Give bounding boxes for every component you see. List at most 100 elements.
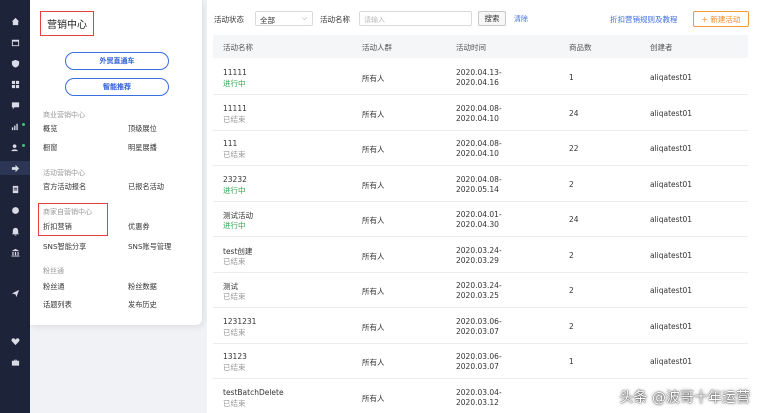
- smart-recommend-button[interactable]: 智能推荐: [65, 78, 169, 96]
- section-header: 商业营销中心: [43, 111, 85, 119]
- activity-start: 2020.03.24-: [456, 245, 502, 255]
- activity-status: 已结束: [223, 292, 246, 301]
- status-filter-label: 活动状态: [214, 15, 244, 24]
- activity-crowd: 所有人: [362, 74, 385, 83]
- section-header: 粉丝通: [43, 267, 64, 275]
- chevron-down-icon: ⌵: [301, 14, 307, 22]
- column-header: 活动人群: [362, 43, 392, 52]
- status-select[interactable]: 全部 ⌵: [255, 11, 313, 26]
- table-row[interactable]: 11111 已结束 所有人 2020.04.08- 2020.04.10 24 aliqat…: [213, 95, 748, 131]
- activity-crowd: 所有人: [362, 322, 385, 332]
- activity-start: 2020.03.24-: [456, 281, 502, 290]
- creator: aliqatest01: [650, 144, 693, 153]
- table-row[interactable]: 测试 已结束 所有人 2020.03.24- 2020.03.25 2 aliqatest0…: [213, 272, 748, 308]
- nav-link-fans-data[interactable]: 粉丝数据: [128, 282, 157, 292]
- table-row[interactable]: test创建 已结束 所有人 2020.03.24- 2020.03.29 2 aliqat…: [213, 237, 748, 273]
- table-row[interactable]: 测试活动 进行中 所有人 2020.04.01- 2020.04.30 24 aliqate…: [213, 201, 748, 237]
- activity-end: 2020.03.07: [456, 362, 499, 371]
- table-row[interactable]: 11111 进行中 所有人 2020.04.13- 2020.04.16 1 aliqate…: [213, 59, 748, 95]
- marketing-center-panel: 营销中心 外贸直通车 智能推荐 商业营销中心 概览 顶级展位 橱窗 明星展播 活…: [30, 0, 202, 325]
- nav-link-discount[interactable]: 折扣营销: [43, 222, 72, 232]
- activity-crowd: 所有人: [362, 109, 385, 119]
- nav-link-sns-share[interactable]: SNS智能分享: [43, 242, 86, 252]
- activity-end: 2020.05.14: [456, 184, 499, 194]
- nav-link-top-booth[interactable]: 顶级展位: [128, 124, 157, 134]
- trade-express-button[interactable]: 外贸直通车: [65, 52, 169, 70]
- activity-start: 2020.03.06-: [456, 352, 502, 361]
- icon-rail: [0, 0, 30, 413]
- activity-start: 2020.03.06-: [456, 316, 502, 326]
- activity-end: 2020.04.10: [456, 149, 499, 158]
- activity-crowd: 所有人: [362, 393, 385, 403]
- nav-link-history[interactable]: 发布历史: [128, 300, 157, 310]
- activity-crowd: 所有人: [362, 358, 385, 367]
- new-activity-button[interactable]: + 新建活动: [693, 11, 749, 27]
- nav-link-coupon[interactable]: 优惠券: [128, 222, 150, 232]
- table-row[interactable]: 23232 进行中 所有人 2020.04.08- 2020.05.14 2 aliqate…: [213, 166, 748, 202]
- home-icon[interactable]: [0, 14, 30, 28]
- activity-name[interactable]: 11111: [223, 104, 247, 113]
- activity-name[interactable]: 23232: [223, 175, 247, 184]
- share-icon[interactable]: [0, 161, 30, 175]
- document-icon[interactable]: [0, 182, 30, 196]
- table-row[interactable]: 13123 已结束 所有人 2020.03.06- 2020.03.07 1 aliqate…: [213, 343, 748, 379]
- briefcase-icon[interactable]: [0, 355, 30, 369]
- chart-icon[interactable]: [0, 119, 30, 133]
- circle-icon[interactable]: [0, 203, 30, 217]
- creator: aliqatest01: [650, 357, 693, 366]
- activity-name[interactable]: testBatchDelete: [223, 388, 284, 397]
- column-header: 活动时间: [456, 43, 486, 52]
- table-row[interactable]: 1231231 已结束 所有人 2020.03.06- 2020.03.07 2 aliqa…: [213, 308, 748, 344]
- activity-end: 2020.03.29: [456, 255, 499, 265]
- product-count: 2: [569, 250, 574, 260]
- column-header: 创建者: [650, 43, 673, 52]
- activity-start: 2020.04.08-: [456, 174, 502, 184]
- activity-crowd: 所有人: [362, 145, 385, 154]
- activity-start: 2020.04.08-: [456, 103, 502, 113]
- activity-status: 已结束: [223, 398, 246, 408]
- users-icon[interactable]: [0, 140, 30, 154]
- table-row[interactable]: 111 已结束 所有人 2020.04.08- 2020.04.10 22 aliqates…: [213, 130, 748, 166]
- name-filter-label: 活动名称: [320, 15, 350, 24]
- column-header: 商品数: [569, 43, 592, 52]
- activity-status: 已结束: [223, 114, 246, 124]
- product-count: 2: [569, 179, 574, 189]
- activity-crowd: 所有人: [362, 216, 385, 225]
- product-count: 1: [569, 357, 574, 366]
- creator: aliqatest01: [650, 179, 693, 189]
- nav-link-sns-account[interactable]: SNS账号管理: [128, 242, 171, 252]
- column-header: 活动名称: [223, 43, 253, 52]
- send-icon[interactable]: [0, 286, 30, 300]
- discount-rules-link[interactable]: 折扣营销规则及教程: [610, 14, 678, 25]
- nav-link-registered[interactable]: 已报名活动: [128, 182, 164, 192]
- search-button[interactable]: 搜索: [478, 11, 506, 26]
- activity-name[interactable]: 111: [223, 139, 237, 148]
- bank-icon[interactable]: [0, 245, 30, 259]
- nav-link-topics[interactable]: 话题列表: [43, 300, 72, 310]
- activity-start: 2020.04.01-: [456, 210, 502, 219]
- nav-link-fans[interactable]: 粉丝通: [43, 282, 65, 292]
- activity-name[interactable]: 13123: [223, 352, 247, 361]
- creator: aliqatest01: [650, 108, 693, 118]
- heart-icon[interactable]: [0, 334, 30, 348]
- activity-name[interactable]: 1231231: [223, 317, 256, 326]
- clear-button[interactable]: 清除: [514, 14, 528, 24]
- activity-crowd: 所有人: [362, 287, 385, 296]
- creator: aliqatest01: [650, 250, 693, 260]
- message-icon[interactable]: [0, 98, 30, 112]
- nav-link-showcase[interactable]: 橱窗: [43, 143, 57, 153]
- shield-icon[interactable]: [0, 56, 30, 70]
- window-icon[interactable]: [0, 35, 30, 49]
- activity-name[interactable]: 11111: [223, 68, 247, 77]
- creator: aliqatest01: [650, 286, 693, 295]
- activity-status: 进行中: [223, 79, 246, 88]
- nav-link-star-showcase[interactable]: 明星展播: [128, 143, 157, 153]
- activity-end: 2020.03.12: [456, 397, 499, 407]
- nav-link-official-signup[interactable]: 官方活动报名: [43, 182, 86, 192]
- activity-name-input[interactable]: 请输入: [359, 11, 472, 26]
- panel-title: 营销中心: [40, 11, 94, 36]
- grid-icon[interactable]: [0, 77, 30, 91]
- nav-link-overview[interactable]: 概览: [43, 124, 57, 134]
- bell-icon[interactable]: [0, 224, 30, 238]
- table-header: 活动名称 活动人群 活动时间 商品数 创建者: [213, 35, 748, 58]
